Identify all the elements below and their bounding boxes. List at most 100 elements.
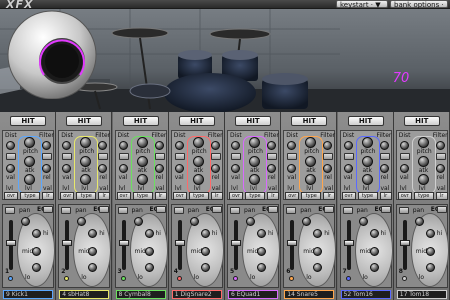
mute-button[interactable] [173, 207, 184, 214]
lo-knob[interactable] [32, 263, 41, 272]
attack-knob[interactable] [136, 156, 148, 167]
hi-knob[interactable] [200, 229, 210, 238]
release-knob[interactable] [361, 174, 373, 185]
channel-name[interactable]: 1 DigSnare2 [171, 290, 222, 299]
eq-enable-button[interactable] [99, 206, 110, 213]
type-select[interactable]: type [188, 192, 209, 200]
hi-knob[interactable] [425, 229, 435, 238]
mid-knob[interactable] [200, 247, 210, 256]
dist-type-select[interactable]: ovr [229, 192, 243, 200]
filter-switch[interactable] [98, 153, 109, 160]
mute-button[interactable] [230, 207, 240, 214]
dist-type-select[interactable]: ovr [116, 192, 131, 200]
filter-type-select[interactable]: lr [267, 192, 279, 200]
filter-knob[interactable] [323, 141, 333, 150]
volume-fader[interactable] [62, 239, 73, 246]
pan-knob[interactable] [246, 217, 255, 226]
dist-amount-knob[interactable] [399, 164, 409, 173]
dist-amount-knob[interactable] [6, 164, 15, 173]
dist-knob[interactable] [174, 141, 184, 150]
filter-cutoff-knob[interactable] [267, 164, 276, 173]
hit-button[interactable]: HIT [10, 116, 46, 126]
dist-knob[interactable] [118, 141, 128, 150]
lo-knob[interactable] [144, 263, 154, 272]
dist-amount-knob[interactable] [174, 164, 184, 173]
dist-type-select[interactable]: ovr [341, 192, 356, 200]
dist-amount-knob[interactable] [287, 164, 297, 173]
filter-knob[interactable] [42, 141, 51, 150]
attack-knob[interactable] [361, 156, 373, 167]
hit-button[interactable]: HIT [235, 116, 271, 126]
mute-button[interactable] [117, 207, 128, 214]
dist-type-select[interactable]: ovr [285, 192, 300, 200]
filter-cutoff-knob[interactable] [210, 164, 220, 173]
filter-cutoff-knob[interactable] [323, 164, 333, 173]
eq-enable-button[interactable] [324, 206, 335, 213]
attack-knob[interactable] [192, 156, 204, 167]
attack-knob[interactable] [249, 156, 260, 167]
mute-button[interactable] [61, 207, 72, 214]
type-select[interactable]: type [413, 192, 434, 200]
pitch-knob[interactable] [192, 137, 204, 148]
dist-knob[interactable] [343, 141, 353, 150]
release-knob[interactable] [136, 174, 148, 185]
filter-type-select[interactable]: lr [323, 192, 336, 200]
lo-knob[interactable] [369, 263, 379, 272]
filter-type-select[interactable]: lr [154, 192, 167, 200]
lo-knob[interactable] [257, 263, 266, 272]
pan-knob[interactable] [189, 217, 199, 226]
filter-knob[interactable] [435, 141, 445, 150]
dist-amount-knob[interactable] [343, 164, 353, 173]
dist-type-select[interactable]: ovr [397, 192, 412, 200]
attack-knob[interactable] [417, 156, 429, 167]
pitch-knob[interactable] [249, 137, 260, 148]
mute-button[interactable] [286, 207, 297, 214]
filter-switch[interactable] [154, 153, 165, 160]
dist-knob[interactable] [231, 141, 240, 150]
dist-type-select[interactable]: ovr [60, 192, 75, 200]
pan-knob[interactable] [358, 217, 368, 226]
volume-fader[interactable] [287, 239, 298, 246]
release-knob[interactable] [249, 174, 260, 185]
volume-fader[interactable] [6, 239, 16, 246]
dist-switch[interactable] [287, 153, 298, 160]
type-select[interactable]: type [301, 192, 322, 200]
mid-knob[interactable] [425, 247, 435, 256]
filter-cutoff-knob[interactable] [379, 164, 389, 173]
attack-knob[interactable] [24, 156, 35, 167]
dist-knob[interactable] [62, 141, 72, 150]
dist-switch[interactable] [231, 153, 241, 160]
mid-knob[interactable] [257, 247, 266, 256]
channel-name[interactable]: 52 Tom16 [340, 290, 391, 299]
dist-switch[interactable] [399, 153, 410, 160]
filter-type-select[interactable]: lr [435, 192, 448, 200]
filter-knob[interactable] [267, 141, 276, 150]
eq-enable-button[interactable] [155, 206, 166, 213]
eq-enable-button[interactable] [43, 206, 53, 213]
lo-knob[interactable] [425, 263, 435, 272]
filter-type-select[interactable]: lr [98, 192, 111, 200]
filter-cutoff-knob[interactable] [98, 164, 108, 173]
hit-button[interactable]: HIT [291, 116, 328, 126]
hit-button[interactable]: HIT [122, 116, 159, 126]
channel-name[interactable]: 14 Snare5 [284, 290, 335, 299]
eq-enable-button[interactable] [436, 206, 447, 213]
filter-cutoff-knob[interactable] [435, 164, 445, 173]
filter-type-select[interactable]: lr [379, 192, 392, 200]
release-knob[interactable] [192, 174, 204, 185]
dist-knob[interactable] [6, 141, 15, 150]
volume-fader[interactable] [399, 239, 410, 246]
filter-type-select[interactable]: lr [42, 192, 54, 200]
eq-enable-button[interactable] [211, 206, 222, 213]
dist-amount-knob[interactable] [118, 164, 128, 173]
dist-knob[interactable] [287, 141, 297, 150]
channel-name[interactable]: 8 Cymbal8 [115, 290, 166, 299]
hit-button[interactable]: HIT [347, 116, 384, 126]
volume-gauge[interactable] [0, 9, 105, 99]
hit-button[interactable]: HIT [66, 116, 103, 126]
mute-button[interactable] [342, 207, 353, 214]
filter-knob[interactable] [98, 141, 108, 150]
hi-knob[interactable] [144, 229, 154, 238]
filter-cutoff-knob[interactable] [154, 164, 164, 173]
type-select[interactable]: type [76, 192, 97, 200]
